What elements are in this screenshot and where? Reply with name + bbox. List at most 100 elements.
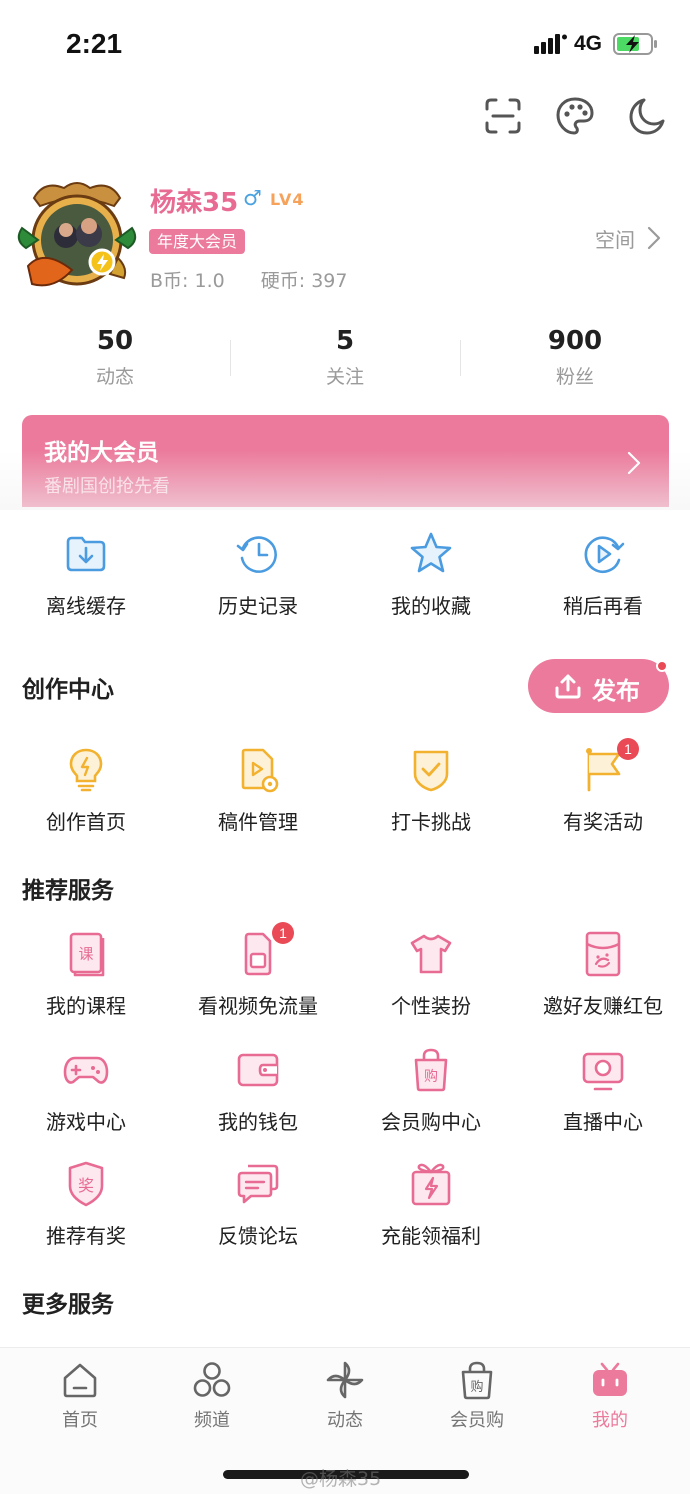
stat-value: 900 [547,326,603,356]
battery-charging-icon [613,33,657,55]
icon-glyph: 课 [78,945,93,963]
red-envelope-icon [585,931,621,977]
creation-home[interactable]: 创作首页 [0,746,172,835]
notification-badge: 1 [617,738,639,760]
avatar[interactable] [14,178,140,296]
stat-following[interactable]: 5 关注 [230,320,460,392]
tab-mine[interactable]: 我的 [544,1360,676,1432]
tab-label: 动态 [327,1410,363,1431]
pinwheel-icon [326,1361,364,1399]
sim-card-icon-wrap: 1 [234,922,294,978]
upload-icon [555,674,581,699]
service-my-courses[interactable]: 课 我的课程 [0,930,172,1019]
notification-badge: 1 [272,922,294,944]
service-game-center[interactable]: 游戏中心 [0,1046,172,1135]
quick-action-label: 历史记录 [218,594,298,618]
service-label: 看视频免流量 [198,994,318,1018]
scan-icon[interactable] [483,96,523,136]
theme-palette-icon[interactable] [555,96,595,136]
quick-action-watch-later[interactable]: 稍后再看 [517,530,689,619]
b-coin-balance: B币: 1.0 [150,270,225,292]
profile-stats: 50 动态 5 关注 900 粉丝 [0,320,690,400]
service-feedback-forum[interactable]: 反馈论坛 [172,1160,344,1249]
service-referral-reward[interactable]: 奖 推荐有奖 [0,1160,172,1249]
service-live-center[interactable]: 直播中心 [517,1046,689,1135]
history-clock-icon [236,536,277,573]
shopping-bag-icon: 购 [414,1048,448,1092]
section-title-more-services: 更多服务 [22,1292,114,1318]
stat-value: 5 [335,326,355,356]
service-charge-benefits[interactable]: 充能领福利 [345,1160,517,1249]
service-label: 直播中心 [563,1110,643,1134]
space-link[interactable]: 空间 [595,224,635,253]
tab-label: 会员购 [450,1410,504,1431]
creation-item-label: 稿件管理 [218,810,298,834]
stat-label: 动态 [95,366,134,388]
course-book-icon: 课 [69,932,105,977]
quick-action-history[interactable]: 历史记录 [172,530,344,619]
publish-button-label: 发布 [592,677,640,705]
quick-action-favorites[interactable]: 我的收藏 [345,530,517,619]
manuscript-management[interactable]: 稿件管理 [172,746,344,835]
download-folder-icon [66,536,106,572]
tab-channels[interactable]: 频道 [146,1360,278,1432]
shopping-bag-icon: 购 [461,1361,493,1400]
service-my-wallet[interactable]: 我的钱包 [172,1046,344,1135]
vip-status-badge[interactable]: 年度大会员 [149,229,246,254]
vip-membership-card[interactable]: 我的大会员 番剧国创抢先看 [22,415,669,507]
stat-divider [460,340,461,376]
reward-shield-icon: 奖 [68,1161,104,1207]
icon-glyph: 奖 [78,1176,94,1195]
document-gear-icon [241,748,279,793]
stat-dynamics[interactable]: 50 动态 [0,320,230,392]
lightbulb-icon [69,748,103,792]
service-invite-friends[interactable]: 邀好友赚红包 [517,930,689,1019]
checkin-challenge[interactable]: 打卡挑战 [345,746,517,835]
service-label: 个性装扮 [391,994,471,1018]
star-icon [410,532,452,573]
home-icon [63,1363,97,1398]
service-label: 推荐有奖 [46,1224,126,1248]
service-personal-theme[interactable]: 个性装扮 [345,930,517,1019]
chevron-right-icon[interactable] [647,226,661,250]
night-mode-moon-icon[interactable] [627,96,667,136]
status-bar: 2:21 4G [0,0,690,90]
tab-home[interactable]: 首页 [14,1360,146,1432]
stat-value: 50 [96,326,134,356]
gift-box-icon [411,1163,451,1206]
tab-label: 我的 [592,1410,628,1431]
quick-action-label: 离线缓存 [46,594,126,618]
tab-vip-shop[interactable]: 购 会员购 [411,1360,543,1432]
service-label: 我的钱包 [218,1110,298,1134]
chevron-right-icon [627,451,641,475]
avatar-pendant-image [17,182,137,287]
service-label: 反馈论坛 [218,1224,298,1248]
notification-dot [656,660,668,672]
status-time: 2:21 [66,28,123,59]
quick-action-offline-cache[interactable]: 离线缓存 [0,530,172,619]
stat-label: 关注 [325,366,364,388]
tab-label: 频道 [194,1410,230,1431]
gamepad-icon [63,1056,109,1084]
tv-face-icon [593,1362,627,1396]
service-vip-shop-center[interactable]: 购 会员购中心 [345,1046,517,1135]
reward-events[interactable]: 1 有奖活动 [517,738,689,835]
tab-label: 首页 [62,1410,98,1431]
quick-action-label: 稍后再看 [563,594,643,618]
channels-icon [193,1362,231,1397]
creation-item-label: 创作首页 [46,810,126,834]
stat-followers[interactable]: 900 粉丝 [460,320,690,392]
service-label: 会员购中心 [381,1110,481,1134]
vip-card-title: 我的大会员 [44,440,159,466]
stat-divider [230,340,231,376]
cellular-signal-icon [534,34,567,54]
service-label: 游戏中心 [46,1110,126,1134]
service-free-data-video[interactable]: 1 看视频免流量 [172,922,344,1019]
tab-dynamics[interactable]: 动态 [279,1360,411,1432]
publish-button[interactable]: 发布 [528,659,669,713]
check-shield-icon [413,750,449,792]
service-label: 邀好友赚红包 [543,994,663,1018]
watch-later-icon [584,536,625,573]
stat-label: 粉丝 [555,366,594,388]
tshirt-icon [410,934,452,974]
